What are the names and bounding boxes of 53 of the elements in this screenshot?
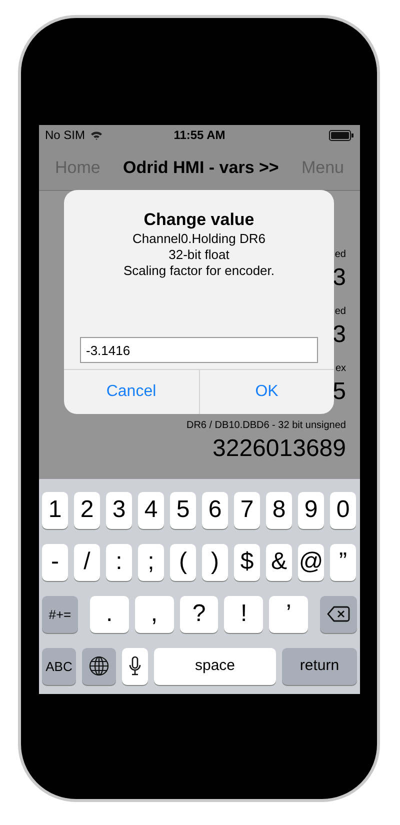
keyboard-key[interactable]: 6 [202, 492, 228, 529]
keyboard-key[interactable]: ” [330, 544, 356, 581]
keyboard-key[interactable]: 3 [106, 492, 132, 529]
keyboard-key[interactable]: , [134, 596, 174, 633]
keyboard-key[interactable]: . [90, 596, 129, 633]
keyboard-key[interactable]: ? [180, 596, 218, 633]
variable-label: ed [334, 248, 346, 262]
variable-value[interactable]: 3 [332, 264, 346, 292]
variable-label: ex [335, 362, 346, 376]
carrier-text: No SIM [45, 127, 86, 144]
keyboard-key[interactable]: 8 [266, 492, 292, 529]
keyboard-key[interactable]: $ [234, 544, 260, 581]
keyboard-key[interactable]: : [106, 544, 132, 581]
clock-text: 11:55 AM [174, 127, 226, 144]
dialog-message: Channel0.Holding DR6 [132, 231, 266, 247]
keyboard-key[interactable]: ; [138, 544, 164, 581]
keyboard-key[interactable]: 4 [138, 492, 164, 529]
keyboard-key[interactable]: ( [170, 544, 196, 581]
delete-key[interactable] [320, 596, 358, 633]
variable-label: DR6 / DB10.DBD6 - 32 bit unsigned [186, 418, 346, 433]
variable-label: ed [334, 304, 346, 319]
symbols-key[interactable]: ABC [42, 648, 76, 685]
keyboard-key[interactable]: & [266, 544, 292, 581]
keyboard-key[interactable]: ’ [269, 596, 308, 633]
microphone-icon [129, 656, 141, 676]
space-key[interactable]: space [154, 648, 276, 685]
keyboard-key[interactable]: 9 [298, 492, 324, 529]
keyboard-key[interactable]: 0 [330, 492, 356, 529]
variable-value[interactable]: 3226013689 [212, 434, 346, 463]
wifi-icon [90, 130, 104, 140]
keyboard-key[interactable]: @ [298, 544, 324, 581]
keyboard-key[interactable]: ) [202, 544, 228, 581]
variable-value[interactable]: 3 [332, 320, 346, 349]
dialog-title: Change value [144, 209, 254, 231]
keyboard-key[interactable]: - [42, 544, 68, 581]
microphone-key[interactable] [122, 648, 148, 685]
return-key[interactable]: return [282, 648, 357, 685]
keyboard-key[interactable]: / [74, 544, 100, 581]
backspace-icon [327, 606, 350, 622]
keyboard-key[interactable]: ! [224, 596, 264, 633]
keyboard-key[interactable]: 1 [42, 492, 68, 529]
keyboard-key[interactable]: 2 [74, 492, 100, 529]
symbols-key[interactable]: #+= [42, 596, 78, 633]
page-title: Odrid HMI - vars >> [122, 157, 279, 180]
globe-key[interactable] [82, 648, 116, 685]
value-input[interactable]: -3.1416 [80, 337, 318, 363]
variable-value[interactable]: 5 [332, 378, 346, 406]
keyboard-key[interactable]: 5 [170, 492, 196, 529]
battery-icon [329, 130, 354, 141]
globe-icon [89, 656, 109, 676]
dialog-message: 32-bit float [168, 247, 230, 263]
keyboard-key[interactable]: 7 [234, 492, 260, 529]
dialog-message: Scaling factor for encoder. [123, 263, 275, 279]
